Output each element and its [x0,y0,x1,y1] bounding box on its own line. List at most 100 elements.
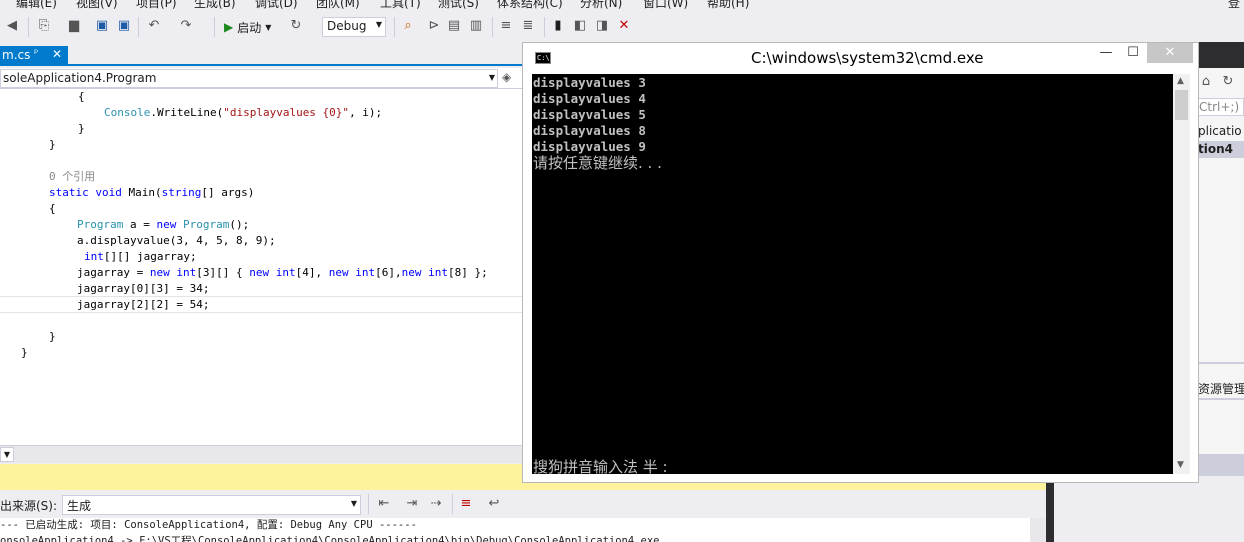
menu-bar: 编辑(E) 视图(V) 项目(P) 生成(B) 调试(D) 团队(M) 工具(T… [0,0,1244,12]
step-icon[interactable]: ⊳ [426,18,442,34]
code-line: } [49,330,56,343]
menu-help[interactable]: 帮助(H) [707,0,749,11]
menu-project[interactable]: 项目(P) [136,0,177,11]
next-message-icon[interactable]: ⇥ [404,496,420,512]
search-input[interactable]: Ctrl+;) [1198,98,1244,116]
minimize-button[interactable]: — [1093,43,1119,63]
pin-icon[interactable]: ᵖ [34,48,38,59]
toolbar-separator [138,17,139,37]
code-line: int[][] jagarray; [84,250,197,263]
output-window[interactable]: --- 已启动生成: 项目: ConsoleApplication4, 配置: … [0,518,1046,542]
save-all-icon[interactable]: ▣ [116,18,132,34]
output-line: onsoleApplication4 -> F:\VS工程\ConsoleApp… [0,535,660,542]
prev-message-icon[interactable]: ⇤ [376,496,392,512]
refresh-icon[interactable]: ↻ [288,18,304,34]
menu-analyze[interactable]: 分析(N) [580,0,622,11]
cmd-title: C:\windows\system32\cmd.exe [751,49,984,67]
document-tab-strip: m.cs ᵖ ✕ [0,42,524,66]
output-scrollbar[interactable] [1030,518,1046,542]
prev-bookmark-icon[interactable]: ◧ [572,18,588,34]
tree-item-label: tion4 [1198,142,1233,156]
home-icon[interactable]: ⌂ [1198,74,1214,90]
menu-tools[interactable]: 工具(T) [380,0,421,11]
format-icon[interactable]: ▤ [446,18,462,34]
refresh-icon[interactable]: ↻ [1220,74,1236,90]
menu-build[interactable]: 生成(B) [194,0,236,11]
code-editor[interactable]: { Console.WriteLine("displayvalues {0}",… [0,89,524,445]
console-line: displayvalues 8 [533,123,646,138]
goto-message-icon[interactable]: ⇢ [428,496,444,512]
console-output[interactable]: displayvalues 3 displayvalues 4 displayv… [532,74,1173,474]
console-line: displayvalues 4 [533,91,646,106]
zoom-dropdown[interactable]: ▼ [0,447,14,462]
close-button[interactable]: ✕ [1147,43,1193,63]
redo-icon[interactable]: ↷ [178,18,194,34]
comment-icon[interactable]: ≡ [498,18,514,34]
scrollbar-thumb[interactable] [1175,90,1188,120]
editor-horizontal-scrollbar[interactable]: ▼ [0,445,524,463]
menu-team[interactable]: 团队(M) [316,0,360,11]
solution-config-select[interactable]: Debug ▼ [322,17,386,37]
toolbar-separator [214,17,215,37]
panel-divider [1198,398,1244,400]
find-icon[interactable]: ⌕ [400,18,416,34]
toolbar-separator [492,17,493,37]
panel-header [1198,42,1244,68]
save-icon[interactable]: ▣ [94,18,110,34]
undo-icon[interactable]: ↶ [146,18,162,34]
menu-architecture[interactable]: 体系结构(C) [497,0,563,11]
solution-explorer-panel: ⌂ ↻ Ctrl+;) plicatio tion4 资源管理 [1198,42,1244,476]
next-bookmark-icon[interactable]: ◨ [594,18,610,34]
toolbar-separator [452,494,453,514]
uncomment-icon[interactable]: ≣ [520,18,536,34]
tab-title: m.cs [2,48,31,62]
chevron-down-icon: ▼ [265,22,272,32]
reference-count[interactable]: 0 个引用 [49,169,95,185]
word-wrap-icon[interactable]: ↩ [486,496,502,512]
clear-all-icon[interactable]: ≡ [458,496,474,512]
ime-status: 搜狗拼音输入法 半 : [533,458,668,474]
cmd-window[interactable]: C:\ C:\windows\system32\cmd.exe — ☐ ✕ di… [522,42,1199,483]
output-source-value: 生成 [67,499,92,513]
solution-config-value: Debug [327,19,367,33]
menu-test[interactable]: 测试(S) [438,0,479,11]
tab-program-cs[interactable]: m.cs ᵖ ✕ [0,46,68,66]
code-line: jagarray = new int[3][] { new int[4], ne… [77,266,488,279]
new-project-icon[interactable]: ⎘ [36,18,52,34]
output-source-select[interactable]: 生成 ▼ [62,495,361,515]
toolbar-separator [368,494,369,514]
type-scope-value: soleApplication4.Program [3,71,157,85]
code-line: { [78,90,85,103]
menu-edit[interactable]: 编辑(E) [16,0,57,11]
menu-window[interactable]: 窗口(W) [643,0,688,11]
tree-item[interactable]: plicatio [1198,124,1242,138]
start-debugging-button[interactable]: ▶ 启动 ▼ [224,16,271,38]
menu-view[interactable]: 视图(V) [76,0,118,11]
tab-solution-explorer[interactable]: 资源管理 [1198,380,1244,397]
code-line: } [21,346,28,359]
chevron-up-icon[interactable]: ▲ [1177,76,1184,86]
navigate-back-icon[interactable]: ◀ [4,18,20,34]
sign-in-link[interactable]: 登 [1228,0,1240,11]
type-scope-dropdown[interactable]: soleApplication4.Program ▼ [0,69,498,88]
code-line: { [49,202,56,215]
chevron-down-icon[interactable]: ▼ [1177,460,1184,470]
code-line: jagarray[2][2] = 54; [77,298,210,311]
open-file-icon[interactable]: ▆ [66,18,82,34]
format-icon[interactable]: ▥ [468,18,484,34]
navigation-bar: soleApplication4.Program ▼ ◈ [0,68,524,89]
close-icon[interactable]: ✕ [52,47,62,61]
toolbar-separator [28,17,29,37]
console-scrollbar[interactable]: ▲ ▼ [1173,74,1190,474]
clear-bookmarks-icon[interactable]: ✕ [616,18,632,34]
toolbar-separator [544,17,545,37]
maximize-button[interactable]: ☐ [1121,43,1145,63]
member-icon[interactable]: ◈ [502,70,511,84]
bookmark-icon[interactable]: ▮ [550,18,566,34]
play-icon: ▶ [224,20,234,34]
tree-item-selected[interactable]: tion4 [1198,141,1244,158]
chevron-down-icon: ▼ [350,499,357,508]
menu-debug[interactable]: 调试(D) [255,0,298,11]
console-prompt: 请按任意键继续. . . [533,154,662,172]
cmd-title-bar[interactable]: C:\ C:\windows\system32\cmd.exe — ☐ ✕ [523,43,1198,73]
